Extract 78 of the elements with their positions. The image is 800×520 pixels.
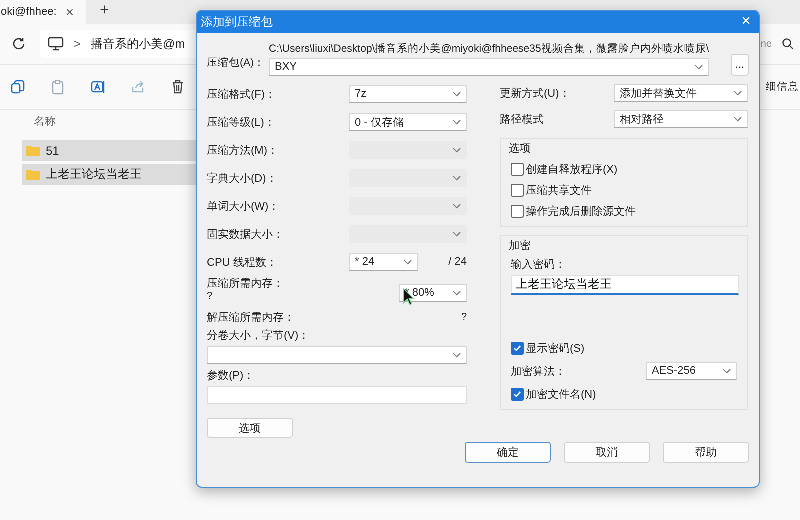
folder-icon <box>26 169 40 180</box>
chevron-down-icon <box>453 148 461 152</box>
folder-icon <box>26 145 40 156</box>
memory-value: ? <box>207 291 214 302</box>
checkbox[interactable] <box>511 162 524 176</box>
memory-value: ? <box>461 312 467 322</box>
checkmark-icon <box>513 390 522 398</box>
field-label: 参数(P)： <box>207 369 256 383</box>
field-label: 压缩包(A)： <box>207 56 265 70</box>
field-label: 路径模式 <box>500 112 545 126</box>
dropdown[interactable]: 添加并替换文件 <box>614 84 748 102</box>
archive-path: C:\Users\liuxi\Desktop\播音系的小美@miyoki@fhheese35视频合集，微露脸户内外喷水喷尿\ <box>269 42 709 56</box>
dropdown[interactable]: 7z <box>349 85 467 103</box>
details-button[interactable]: 细信息 <box>766 80 799 94</box>
field-label: 更新方式(U)： <box>500 86 572 100</box>
browse-button[interactable]: ... <box>731 54 749 76</box>
delete-icon[interactable] <box>170 79 186 95</box>
chevron-down-icon <box>453 176 461 180</box>
chevron-down-icon <box>734 90 742 96</box>
chevron-down-icon <box>404 260 412 264</box>
archive-name-combo[interactable]: BXY <box>269 58 709 76</box>
search-icon[interactable] <box>782 38 794 50</box>
field-label: 压缩等级(L)： <box>207 116 276 130</box>
field-label: 分卷大小，字节(V)： <box>207 328 311 343</box>
field-label: 加密算法： <box>511 364 566 378</box>
new-tab-button[interactable]: + <box>100 2 110 20</box>
dialog-button[interactable]: 帮助 <box>663 442 749 463</box>
checkbox[interactable] <box>511 388 524 400</box>
breadcrumb-separator: > <box>74 37 82 51</box>
breadcrumb-item[interactable]: 播音系的小美@m <box>91 36 186 52</box>
input-field[interactable] <box>207 386 467 404</box>
browser-tab[interactable]: oki@fhhee: × <box>0 0 86 24</box>
rename-icon[interactable] <box>90 79 106 95</box>
dropdown[interactable]: 相对路径 <box>614 110 748 128</box>
dropdown[interactable]: * 24 <box>349 253 418 271</box>
field-label: 输入密码： <box>511 258 567 272</box>
copy-icon[interactable] <box>10 79 26 95</box>
refresh-icon[interactable] <box>12 37 26 51</box>
chevron-down-icon <box>734 116 742 122</box>
chevron-down-icon <box>453 92 461 96</box>
checkbox-label: 创建自释放程序(X) <box>526 162 618 176</box>
checkbox[interactable] <box>511 184 524 196</box>
field-label: 压缩所需内存： <box>207 276 285 291</box>
dropdown[interactable]: 0 - 仅存储 <box>349 113 467 131</box>
field-label: 单词大小(W)： <box>207 200 281 214</box>
group-title: 选项 <box>509 142 532 156</box>
password-field[interactable]: 上老王论坛当老王 <box>511 275 739 295</box>
group-title: 加密 <box>509 238 532 253</box>
window-title: 添加到压缩包 <box>201 14 273 30</box>
options-button[interactable]: 选项 <box>207 418 293 438</box>
chevron-down-icon <box>453 204 461 208</box>
chevron-down-icon <box>453 352 461 358</box>
checkbox-label: 显示密码(S) <box>526 342 585 356</box>
thread-count: / 24 <box>448 256 467 268</box>
dialog-button[interactable]: 确定 <box>465 442 551 463</box>
chevron-down-icon <box>453 232 461 236</box>
dialog-button[interactable]: 取消 <box>564 442 650 463</box>
chevron-down-icon <box>453 290 461 296</box>
close-button[interactable]: × <box>742 13 751 31</box>
close-icon[interactable]: × <box>66 4 74 20</box>
checkbox[interactable] <box>511 204 524 218</box>
checkbox-label: 操作完成后删除源文件 <box>526 204 636 218</box>
field-label: 固实数据大小： <box>207 228 285 242</box>
chevron-down-icon <box>453 120 461 124</box>
checkmark-icon <box>513 344 522 352</box>
field-label: 压缩格式(F)： <box>207 88 278 102</box>
dropdown[interactable]: AES-256 <box>646 362 737 380</box>
field-label: 压缩方法(M)： <box>207 144 280 158</box>
address-bar[interactable]: > 播音系的小美@m <box>40 30 198 58</box>
checkbox-label: 加密文件名(N) <box>526 388 596 402</box>
checkbox-label: 压缩共享文件 <box>526 184 592 198</box>
monitor-icon <box>48 37 64 51</box>
field-label: 解压缩所需内存： <box>207 310 296 324</box>
field-label: CPU 线程数： <box>207 256 278 270</box>
chevron-down-icon <box>723 368 731 374</box>
field-label: 字典大小(D)： <box>207 172 278 186</box>
checkbox[interactable] <box>511 342 524 354</box>
chevron-down-icon <box>695 64 703 70</box>
